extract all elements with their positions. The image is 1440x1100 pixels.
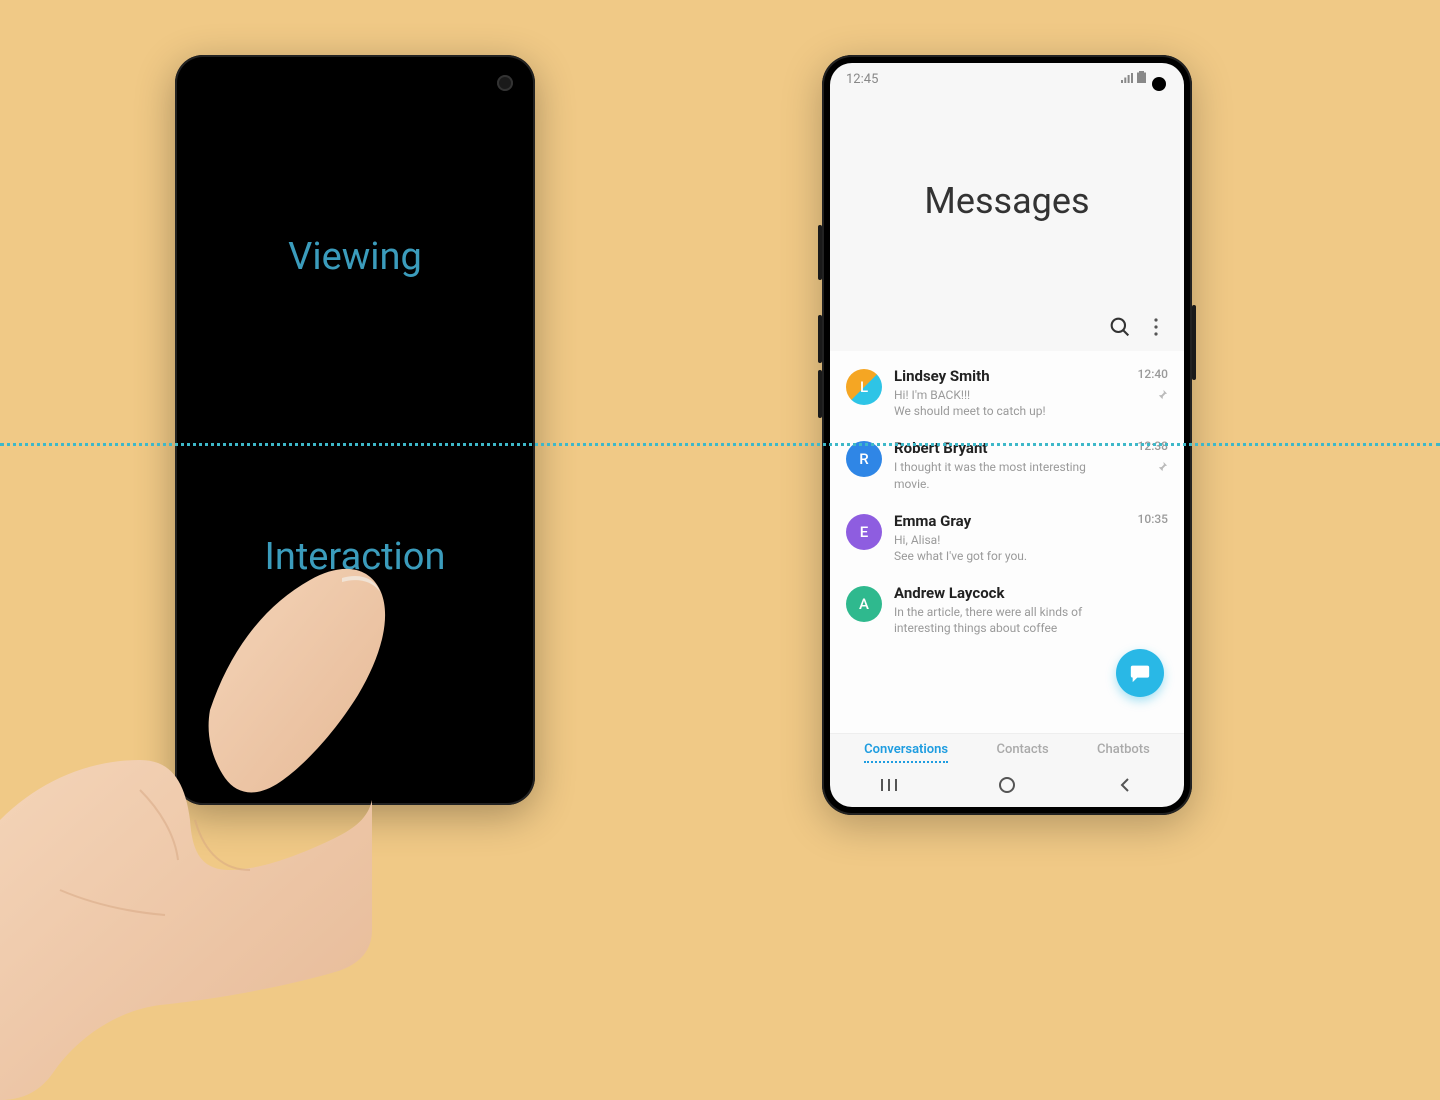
battery-icon [1137,71,1146,87]
navigation-bar [830,763,1184,807]
avatar: A [846,586,882,622]
message-time: 12:38 [1138,439,1168,453]
conversation-row[interactable]: L Lindsey Smith Hi! I'm BACK!!! We shoul… [830,357,1184,429]
page-title: Messages [924,180,1089,222]
pin-icon [1157,461,1168,472]
action-bar [830,311,1184,351]
message-preview: I thought it was the most interesting mo… [894,459,1112,491]
search-icon[interactable] [1110,317,1130,341]
conversation-row[interactable]: A Andrew Laycock In the article, there w… [830,574,1184,646]
contact-name: Lindsey Smith [894,367,1112,385]
avatar: L [846,369,882,405]
nav-recent-icon[interactable] [869,778,909,792]
signal-icon [1121,72,1133,87]
status-bar: 12:45 [830,63,1184,91]
contact-name: Andrew Laycock [894,584,1112,602]
message-preview: Hi! I'm BACK!!! We should meet to catch … [894,387,1112,419]
avatar: R [846,441,882,477]
viewing-area-label: Viewing [175,235,535,279]
nav-home-icon[interactable] [987,776,1027,794]
message-preview: Hi, Alisa! See what I've got for you. [894,532,1112,564]
contact-name: Emma Gray [894,512,1112,530]
left-phone: Viewing Interaction [175,55,535,805]
bottom-tabs: Conversations Contacts Chatbots [830,733,1184,763]
nav-back-icon[interactable] [1105,777,1145,793]
status-time: 12:45 [846,72,878,87]
more-options-icon[interactable] [1148,317,1164,341]
tab-contacts[interactable]: Contacts [996,742,1048,757]
tab-chatbots[interactable]: Chatbots [1097,742,1150,757]
bixby-button[interactable] [818,225,822,280]
message-time: 10:35 [1138,512,1168,526]
conversation-row[interactable]: E Emma Gray Hi, Alisa! See what I've got… [830,502,1184,574]
conversation-row[interactable]: R Robert Bryant I thought it was the mos… [830,429,1184,501]
tab-conversations[interactable]: Conversations [864,742,948,757]
pin-icon [1157,389,1168,400]
right-phone: 12:45 Messages L [822,55,1192,815]
interaction-area-label: Interaction [175,535,535,579]
message-preview: In the article, there were all kinds of … [894,604,1112,636]
front-camera-punchhole [1152,77,1166,91]
volume-up-button[interactable] [818,315,822,363]
app-header: Messages [830,91,1184,311]
message-time: 12:40 [1138,367,1168,381]
viewing-interaction-divider [0,443,1440,446]
avatar: E [846,514,882,550]
messages-app-screen: 12:45 Messages L [830,63,1184,807]
power-button[interactable] [1192,305,1196,380]
compose-button[interactable] [1116,649,1164,697]
volume-down-button[interactable] [818,370,822,418]
